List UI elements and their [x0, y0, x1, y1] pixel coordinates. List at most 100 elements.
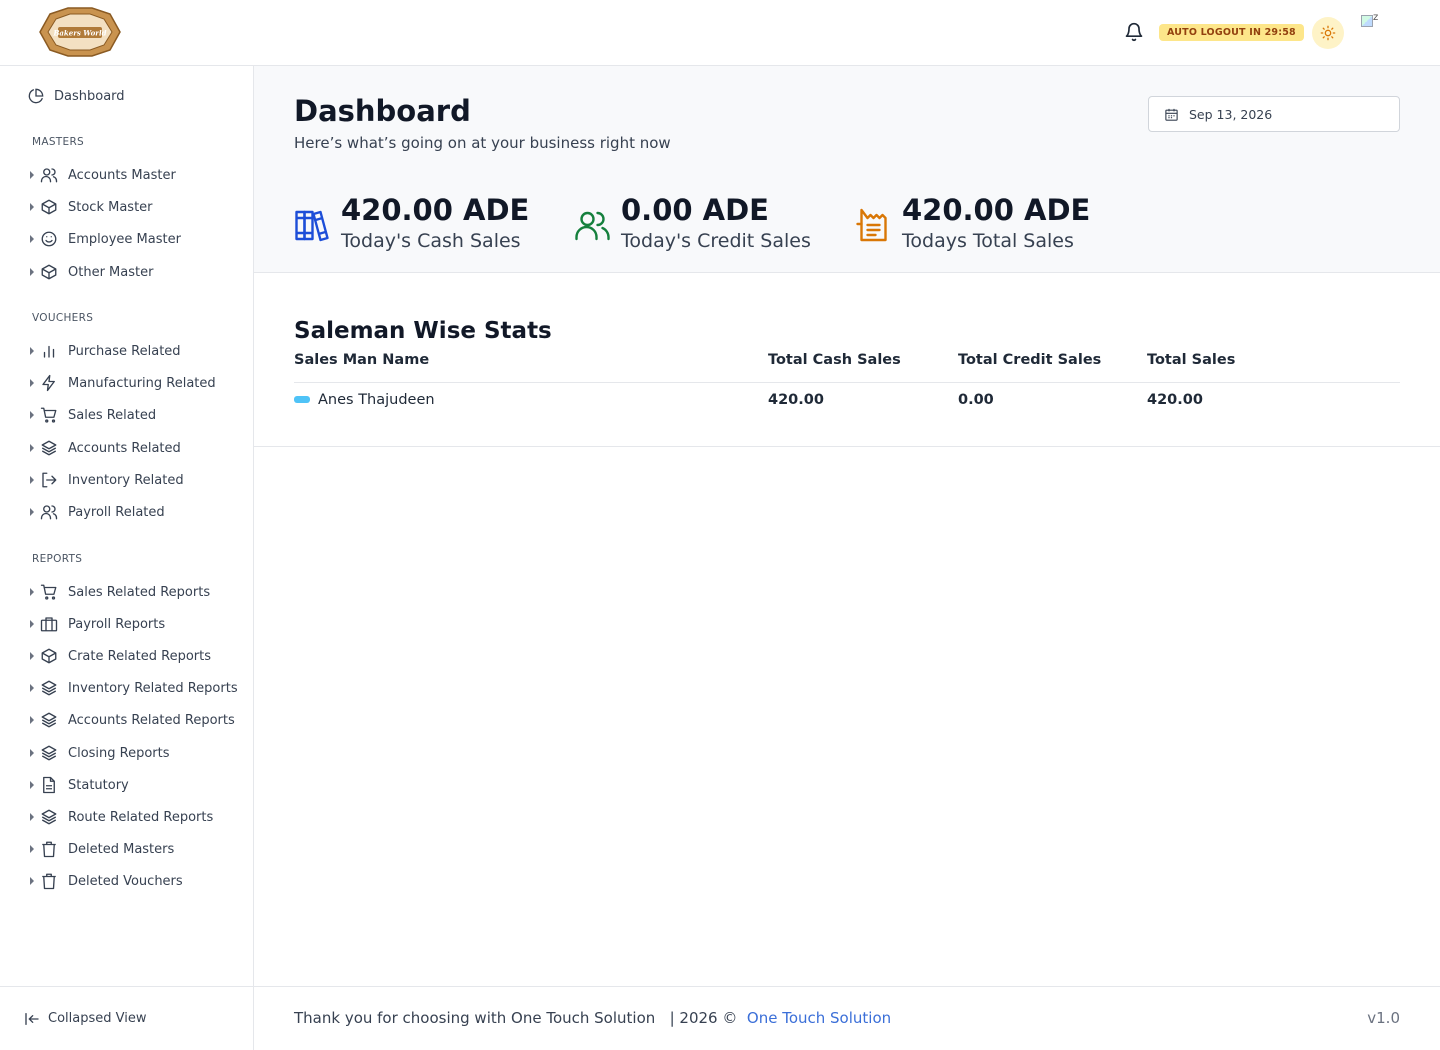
caret-right-icon [30, 588, 34, 596]
sidebar-item-payroll-related[interactable]: Payroll Related [30, 502, 165, 522]
sidebar-item-label: Payroll Related [68, 504, 165, 520]
salesman-color-swatch [294, 395, 310, 403]
sidebar-item-sales-related[interactable]: Sales Related [30, 405, 156, 425]
sidebar-item-manufacturing-related[interactable]: Manufacturing Related [30, 373, 216, 393]
logout-icon [42, 472, 57, 488]
sidebar-item-employee-master[interactable]: Employee Master [30, 229, 181, 249]
sidebar-item-label: Deleted Masters [68, 841, 175, 857]
sidebar-item-label: Deleted Vouchers [68, 873, 183, 889]
sidebar-item-closing-reports[interactable]: Closing Reports [30, 743, 170, 763]
box-icon [41, 648, 57, 664]
sidebar-item-label: Sales Related [68, 407, 157, 423]
table-row[interactable]: Anes Thajudeen 420.00 0.00 420.00 [294, 383, 1400, 417]
caret-right-icon [30, 508, 34, 516]
total-sales-cell: 420.00 [1147, 392, 1203, 408]
footer-company-link[interactable]: One Touch Solution [747, 1009, 891, 1027]
broken-image-icon [1361, 15, 1373, 27]
sidebar-item-accounts-related-reports[interactable]: Accounts Related Reports [30, 710, 235, 730]
caret-right-icon [30, 813, 34, 821]
cart-icon [40, 584, 57, 600]
users-icon [40, 168, 58, 183]
sidebar-item-inventory-related[interactable]: Inventory Related [30, 470, 184, 490]
caret-right-icon [30, 716, 34, 724]
stat-cash-sales: 420.00 ADE Today's Cash Sales [294, 194, 529, 254]
sidebar-item-label: Closing Reports [68, 745, 170, 761]
caret-right-icon [30, 620, 34, 628]
caret-right-icon [30, 411, 34, 419]
sidebar-item-statutory[interactable]: Statutory [30, 775, 129, 795]
sidebar-item-dashboard[interactable]: Dashboard [28, 88, 125, 104]
sidebar-item-label: Dashboard [54, 88, 125, 104]
caret-right-icon [30, 379, 34, 387]
sidebar-item-stock-master[interactable]: Stock Master [30, 197, 153, 217]
salesman-name: Anes Thajudeen [318, 392, 435, 408]
date-picker[interactable]: Sep 13, 2026 [1148, 96, 1400, 132]
sidebar-item-crate-related-reports[interactable]: Crate Related Reports [30, 646, 211, 666]
auto-logout-badge: AUTO LOGOUT IN 29:58 [1159, 24, 1304, 41]
caret-right-icon [30, 684, 34, 692]
page-title: Dashboard [294, 94, 471, 128]
sidebar-item-label: Route Related Reports [68, 809, 214, 825]
stat-value: 420.00 ADE [341, 193, 530, 227]
caret-right-icon [30, 444, 34, 452]
page-subtitle: Here’s what’s going on at your business … [294, 134, 671, 152]
top-header: Bakers World AUTO LOGOUT IN 29:58 z [0, 0, 1440, 66]
cash-sales-cell: 420.00 [768, 392, 824, 408]
sidebar-item-other-master[interactable]: Other Master [30, 262, 153, 282]
collapse-left-icon [25, 1012, 39, 1025]
bakers-world-logo[interactable]: Bakers World [38, 6, 122, 58]
column-header: Total Credit Sales [958, 352, 1102, 368]
section-title-reports: REPORTS [32, 553, 83, 565]
sidebar-item-deleted-vouchers[interactable]: Deleted Vouchers [30, 871, 183, 891]
avatar-alt: z [1373, 12, 1379, 23]
trash-icon [42, 873, 56, 890]
sidebar-item-label: Inventory Related [68, 472, 184, 488]
stat-value: 0.00 ADE [621, 193, 769, 227]
layers-icon [41, 745, 57, 761]
section-title-masters: MASTERS [32, 136, 85, 148]
calendar-icon [1165, 108, 1178, 121]
sidebar-item-accounts-related[interactable]: Accounts Related [30, 438, 181, 458]
collapsed-view-label: Collapsed View [48, 1011, 147, 1026]
app-version: v1.0 [1367, 1009, 1400, 1027]
cart-icon [40, 407, 57, 423]
salesman-name-cell: Anes Thajudeen [294, 392, 435, 408]
receipt-icon [856, 208, 887, 242]
layers-icon [41, 712, 57, 728]
user-avatar[interactable]: z [1361, 12, 1385, 36]
sidebar-item-inventory-related-reports[interactable]: Inventory Related Reports [30, 678, 238, 698]
box-icon [41, 264, 57, 280]
stat-label: Todays Total Sales [902, 230, 1074, 252]
notification-bell-icon[interactable] [1124, 22, 1144, 42]
users-icon [575, 211, 610, 241]
logo-text: Bakers World [52, 29, 106, 38]
box-icon [41, 199, 57, 215]
footer-year: | 2026 © [669, 1009, 738, 1027]
caret-right-icon [30, 476, 34, 484]
bar-chart-icon [43, 345, 55, 358]
sidebar-item-sales-related-reports[interactable]: Sales Related Reports [30, 582, 210, 602]
sidebar-item-purchase-related[interactable]: Purchase Related [30, 341, 181, 361]
sidebar-item-label: Employee Master [68, 231, 181, 247]
sidebar-item-label: Accounts Related Reports [68, 712, 235, 728]
main-content: Dashboard Here’s what’s going on at your… [254, 66, 1440, 986]
sidebar-item-accounts-master[interactable]: Accounts Master [30, 165, 176, 185]
sidebar-item-label: Stock Master [68, 199, 153, 215]
theme-toggle-button[interactable] [1312, 17, 1344, 49]
caret-right-icon [30, 203, 34, 211]
sidebar-item-label: Statutory [68, 777, 129, 793]
sidebar-item-label: Manufacturing Related [68, 375, 216, 391]
column-header: Sales Man Name [294, 352, 430, 368]
bolt-icon [42, 374, 55, 392]
briefcase-icon [40, 617, 58, 632]
sidebar-item-payroll-reports[interactable]: Payroll Reports [30, 614, 165, 634]
sun-icon [1320, 25, 1336, 41]
sidebar-item-deleted-masters[interactable]: Deleted Masters [30, 839, 174, 859]
collapsed-view-button[interactable]: Collapsed View [0, 986, 253, 1050]
caret-right-icon [30, 347, 34, 355]
caret-right-icon [30, 749, 34, 757]
sidebar-item-route-related-reports[interactable]: Route Related Reports [30, 807, 213, 827]
dashboard-hero: Dashboard Here’s what’s going on at your… [254, 66, 1440, 273]
sidebar: Dashboard MASTERS Accounts Master Stock … [0, 66, 254, 1050]
salesman-stats-title: Saleman Wise Stats [294, 318, 552, 344]
